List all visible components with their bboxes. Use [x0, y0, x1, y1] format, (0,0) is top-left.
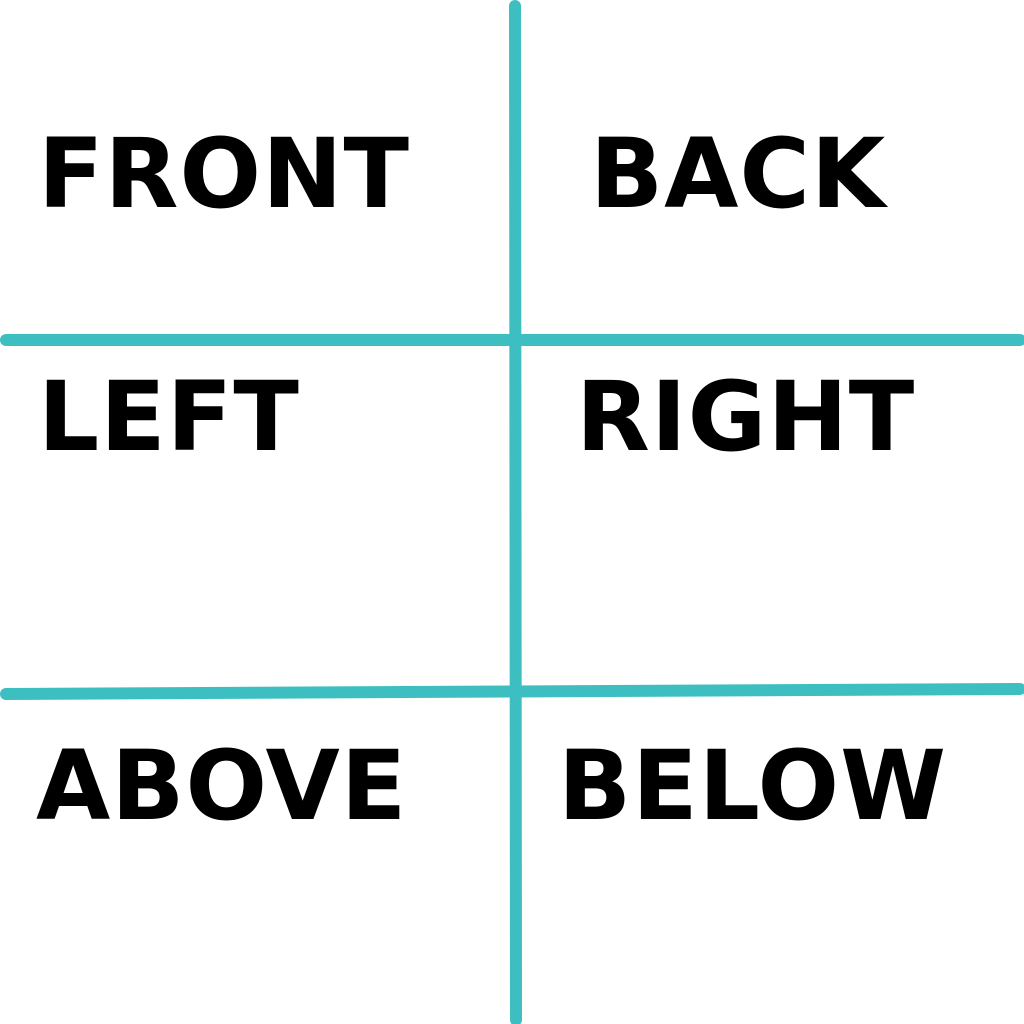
bottom-horizontal-divider: [0, 683, 1024, 700]
vertical-divider: [509, 0, 522, 1024]
word-below: BELOW: [558, 730, 947, 842]
word-front: FRONT: [38, 118, 410, 230]
word-above: ABOVE: [36, 730, 408, 842]
word-left: LEFT: [38, 361, 300, 473]
word-back: BACK: [590, 118, 887, 230]
word-grid-card: FRONT BACK LEFT RIGHT ABOVE BELOW: [0, 0, 1024, 1024]
word-right: RIGHT: [576, 361, 916, 473]
